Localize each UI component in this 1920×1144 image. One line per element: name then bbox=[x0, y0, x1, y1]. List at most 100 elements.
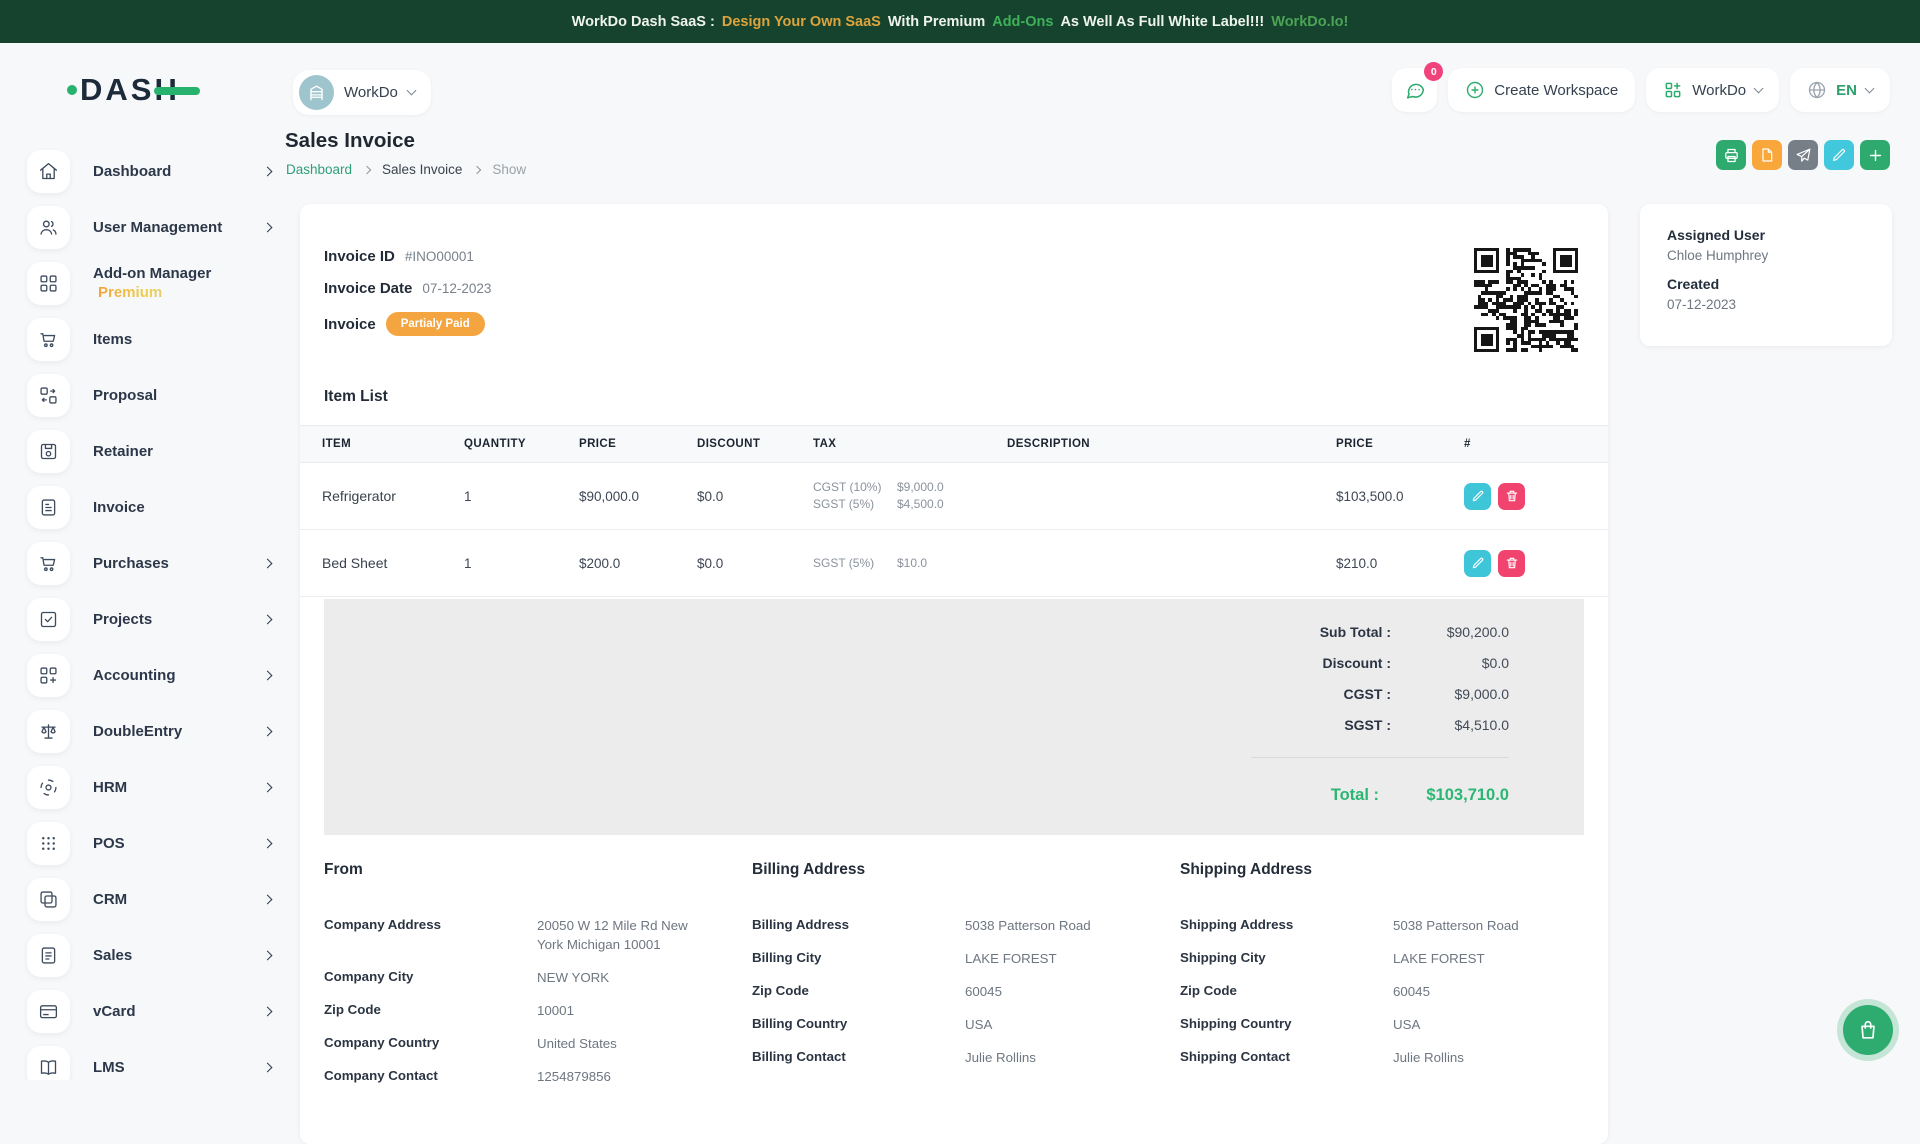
workspace-switcher[interactable]: WorkDo bbox=[293, 70, 431, 115]
field-label: Zip Code bbox=[1180, 982, 1393, 1000]
table-row: Bed Sheet 1 $200.0 $0.0 SGST (5%)$10.0 $… bbox=[300, 530, 1608, 597]
chevron-right-icon bbox=[263, 558, 273, 568]
item-name: Refrigerator bbox=[300, 488, 464, 504]
sidebar-item-label: Proposal bbox=[93, 387, 157, 404]
messages-button[interactable]: 0 bbox=[1392, 68, 1437, 112]
sidebar-item-purchases[interactable]: Purchases bbox=[0, 535, 285, 591]
apps-menu-label: WorkDo bbox=[1692, 82, 1746, 99]
sidebar-item-dashboard[interactable]: Dashboard bbox=[0, 143, 285, 199]
language-label: EN bbox=[1836, 82, 1857, 99]
chevron-right-icon bbox=[263, 782, 273, 792]
item-discount: $0.0 bbox=[697, 556, 813, 571]
sidebar-item-label: Projects bbox=[93, 611, 152, 628]
field-label: Zip Code bbox=[324, 1001, 537, 1019]
field-value: 5038 Patterson Road bbox=[965, 916, 1133, 935]
field-label: Shipping Country bbox=[1180, 1015, 1393, 1033]
printer-icon bbox=[1723, 147, 1740, 164]
tax-name: SGST (5%) bbox=[813, 555, 885, 572]
chevron-right-icon bbox=[263, 1062, 273, 1072]
sidebar-item-lms[interactable]: LMS bbox=[0, 1039, 285, 1080]
sidebar-item-label: Sales bbox=[93, 947, 132, 964]
item-tax: CGST (10%)$9,000.0 SGST (5%)$4,500.0 bbox=[813, 479, 1007, 513]
sidebar-item-label: Accounting bbox=[93, 667, 176, 684]
sidebar-item-sales[interactable]: Sales bbox=[0, 927, 285, 983]
invoice-card: Invoice ID #INO00001 Invoice Date 07-12-… bbox=[300, 204, 1608, 1144]
file-icon bbox=[1759, 147, 1775, 163]
send-button[interactable] bbox=[1788, 140, 1818, 170]
invoice-date-value: 07-12-2023 bbox=[422, 281, 491, 296]
breadcrumb-section-link[interactable]: Sales Invoice bbox=[382, 162, 462, 177]
grid-icon bbox=[38, 273, 59, 294]
edit-item-button[interactable] bbox=[1464, 483, 1491, 510]
edit-item-button[interactable] bbox=[1464, 550, 1491, 577]
apps-menu-button[interactable]: WorkDo bbox=[1646, 68, 1779, 112]
edit-button[interactable] bbox=[1824, 140, 1854, 170]
breadcrumb-dashboard-link[interactable]: Dashboard bbox=[286, 162, 352, 177]
from-section: From Company Address20050 W 12 Mile Rd N… bbox=[324, 861, 752, 1086]
tax-name: SGST (5%) bbox=[813, 496, 885, 513]
sidebar-item-label: Items bbox=[93, 331, 132, 348]
field-label: Zip Code bbox=[752, 982, 965, 1000]
delete-item-button[interactable] bbox=[1498, 550, 1525, 577]
tax-name: CGST (10%) bbox=[813, 479, 885, 496]
sidebar-item-hrm[interactable]: HRM bbox=[0, 759, 285, 815]
add-button[interactable] bbox=[1860, 140, 1890, 170]
row-actions bbox=[1464, 550, 1608, 577]
sidebar-item-label: vCard bbox=[93, 1003, 136, 1020]
item-quantity: 1 bbox=[464, 556, 579, 571]
chevron-down-icon bbox=[1754, 83, 1764, 93]
sidebar-item-addon-manager[interactable]: Add-on Manager Premium bbox=[0, 255, 285, 311]
field-value: 60045 bbox=[965, 982, 1133, 1001]
tax-value: $10.0 bbox=[897, 555, 927, 572]
total-value: $103,710.0 bbox=[1379, 786, 1509, 805]
qr-finder-icon bbox=[1553, 248, 1578, 273]
send-icon bbox=[1795, 147, 1812, 164]
tax-value: $4,500.0 bbox=[897, 496, 944, 513]
sidebar-item-vcard[interactable]: vCard bbox=[0, 983, 285, 1039]
field-label: Billing Country bbox=[752, 1015, 965, 1033]
field-value: United States bbox=[537, 1034, 705, 1053]
row-actions bbox=[1464, 483, 1608, 510]
sidebar-item-doubleentry[interactable]: DoubleEntry bbox=[0, 703, 285, 759]
totals-section: Sub Total :$90,200.0 Discount :$0.0 CGST… bbox=[324, 599, 1584, 835]
language-selector[interactable]: EN bbox=[1790, 68, 1890, 112]
sidebar-item-projects[interactable]: Projects bbox=[0, 591, 285, 647]
field-value: NEW YORK bbox=[537, 968, 705, 987]
field-value: 10001 bbox=[537, 1001, 705, 1020]
pencil-icon bbox=[1471, 489, 1485, 503]
col-header-tax: TAX bbox=[813, 438, 1007, 450]
shopping-bag-icon bbox=[1857, 1019, 1879, 1041]
col-header-price: PRICE bbox=[579, 438, 697, 450]
item-price: $90,000.0 bbox=[579, 489, 697, 504]
print-button[interactable] bbox=[1716, 140, 1746, 170]
sidebar-item-invoice[interactable]: Invoice bbox=[0, 479, 285, 535]
delete-item-button[interactable] bbox=[1498, 483, 1525, 510]
sidebar-item-accounting[interactable]: Accounting bbox=[0, 647, 285, 703]
col-header-actions: # bbox=[1464, 438, 1608, 450]
invoice-status-label: Invoice bbox=[324, 316, 376, 333]
create-workspace-button[interactable]: Create Workspace bbox=[1448, 68, 1635, 112]
sidebar-item-pos[interactable]: POS bbox=[0, 815, 285, 871]
table-row: Refrigerator 1 $90,000.0 $0.0 CGST (10%)… bbox=[300, 463, 1608, 530]
download-pdf-button[interactable] bbox=[1752, 140, 1782, 170]
grid-plus-icon bbox=[38, 665, 59, 686]
plus-icon bbox=[1867, 147, 1884, 164]
pencil-icon bbox=[1831, 147, 1847, 163]
field-value: LAKE FOREST bbox=[1393, 949, 1561, 968]
notification-badge: 0 bbox=[1424, 62, 1443, 81]
logo-dot-icon bbox=[67, 85, 77, 95]
item-name: Bed Sheet bbox=[300, 555, 464, 571]
sidebar-item-items[interactable]: Items bbox=[0, 311, 285, 367]
banner-link[interactable]: WorkDo.Io! bbox=[1271, 14, 1348, 30]
sidebar-item-retainer[interactable]: Retainer bbox=[0, 423, 285, 479]
sgst-value: $4,510.0 bbox=[1391, 717, 1509, 733]
field-label: Company Address bbox=[324, 916, 537, 934]
sidebar-item-user-management[interactable]: User Management bbox=[0, 199, 285, 255]
item-price: $200.0 bbox=[579, 556, 697, 571]
cart-fab-button[interactable] bbox=[1843, 1005, 1893, 1055]
sidebar-item-crm[interactable]: CRM bbox=[0, 871, 285, 927]
banner-highlight: Add-Ons bbox=[992, 14, 1053, 30]
billing-heading: Billing Address bbox=[752, 861, 1180, 879]
sidebar-item-proposal[interactable]: Proposal bbox=[0, 367, 285, 423]
app-logo[interactable]: DASH bbox=[67, 72, 200, 108]
